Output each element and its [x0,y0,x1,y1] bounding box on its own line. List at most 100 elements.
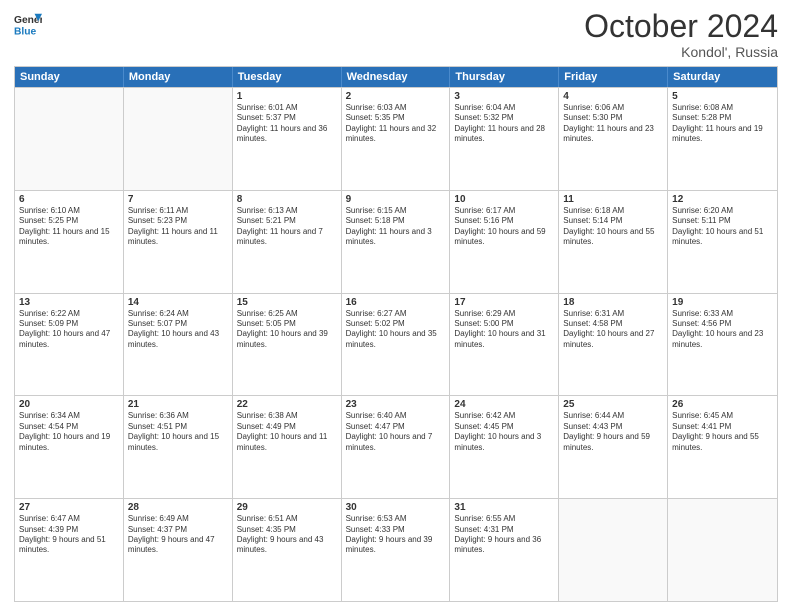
day-info: Sunrise: 6:36 AM Sunset: 4:51 PM Dayligh… [128,411,228,453]
day-info: Sunrise: 6:11 AM Sunset: 5:23 PM Dayligh… [128,206,228,248]
day-info: Sunrise: 6:18 AM Sunset: 5:14 PM Dayligh… [563,206,663,248]
title-block: October 2024 Kondol', Russia [584,10,778,60]
day-number: 1 [237,91,337,102]
calendar-cell: 8Sunrise: 6:13 AM Sunset: 5:21 PM Daylig… [233,191,342,293]
day-number: 4 [563,91,663,102]
day-info: Sunrise: 6:45 AM Sunset: 4:41 PM Dayligh… [672,411,773,453]
day-info: Sunrise: 6:33 AM Sunset: 4:56 PM Dayligh… [672,309,773,351]
calendar-body: 1Sunrise: 6:01 AM Sunset: 5:37 PM Daylig… [15,87,777,601]
day-info: Sunrise: 6:08 AM Sunset: 5:28 PM Dayligh… [672,103,773,145]
day-number: 26 [672,399,773,410]
day-info: Sunrise: 6:40 AM Sunset: 4:47 PM Dayligh… [346,411,446,453]
day-number: 12 [672,194,773,205]
day-info: Sunrise: 6:25 AM Sunset: 5:05 PM Dayligh… [237,309,337,351]
day-info: Sunrise: 6:03 AM Sunset: 5:35 PM Dayligh… [346,103,446,145]
day-number: 5 [672,91,773,102]
day-info: Sunrise: 6:27 AM Sunset: 5:02 PM Dayligh… [346,309,446,351]
calendar-cell: 29Sunrise: 6:51 AM Sunset: 4:35 PM Dayli… [233,499,342,601]
day-number: 24 [454,399,554,410]
logo-icon: General Blue [14,10,42,38]
day-number: 22 [237,399,337,410]
day-info: Sunrise: 6:31 AM Sunset: 4:58 PM Dayligh… [563,309,663,351]
calendar-cell: 6Sunrise: 6:10 AM Sunset: 5:25 PM Daylig… [15,191,124,293]
day-info: Sunrise: 6:34 AM Sunset: 4:54 PM Dayligh… [19,411,119,453]
day-number: 27 [19,502,119,513]
calendar-cell: 16Sunrise: 6:27 AM Sunset: 5:02 PM Dayli… [342,294,451,396]
calendar-cell: 22Sunrise: 6:38 AM Sunset: 4:49 PM Dayli… [233,396,342,498]
day-number: 7 [128,194,228,205]
day-info: Sunrise: 6:10 AM Sunset: 5:25 PM Dayligh… [19,206,119,248]
weekday-header: Saturday [668,67,777,87]
day-number: 31 [454,502,554,513]
calendar-cell: 11Sunrise: 6:18 AM Sunset: 5:14 PM Dayli… [559,191,668,293]
day-number: 23 [346,399,446,410]
calendar-cell [559,499,668,601]
calendar-cell: 23Sunrise: 6:40 AM Sunset: 4:47 PM Dayli… [342,396,451,498]
calendar: SundayMondayTuesdayWednesdayThursdayFrid… [14,66,778,602]
day-info: Sunrise: 6:29 AM Sunset: 5:00 PM Dayligh… [454,309,554,351]
calendar-cell: 3Sunrise: 6:04 AM Sunset: 5:32 PM Daylig… [450,88,559,190]
day-info: Sunrise: 6:24 AM Sunset: 5:07 PM Dayligh… [128,309,228,351]
calendar-cell: 25Sunrise: 6:44 AM Sunset: 4:43 PM Dayli… [559,396,668,498]
day-info: Sunrise: 6:15 AM Sunset: 5:18 PM Dayligh… [346,206,446,248]
calendar-cell: 14Sunrise: 6:24 AM Sunset: 5:07 PM Dayli… [124,294,233,396]
calendar-cell: 12Sunrise: 6:20 AM Sunset: 5:11 PM Dayli… [668,191,777,293]
calendar-row: 20Sunrise: 6:34 AM Sunset: 4:54 PM Dayli… [15,395,777,498]
day-number: 9 [346,194,446,205]
day-number: 21 [128,399,228,410]
calendar-cell: 27Sunrise: 6:47 AM Sunset: 4:39 PM Dayli… [15,499,124,601]
calendar-cell: 13Sunrise: 6:22 AM Sunset: 5:09 PM Dayli… [15,294,124,396]
day-number: 15 [237,297,337,308]
calendar-cell: 18Sunrise: 6:31 AM Sunset: 4:58 PM Dayli… [559,294,668,396]
calendar-cell: 20Sunrise: 6:34 AM Sunset: 4:54 PM Dayli… [15,396,124,498]
day-info: Sunrise: 6:04 AM Sunset: 5:32 PM Dayligh… [454,103,554,145]
calendar-cell [124,88,233,190]
day-number: 16 [346,297,446,308]
calendar-cell: 2Sunrise: 6:03 AM Sunset: 5:35 PM Daylig… [342,88,451,190]
day-number: 3 [454,91,554,102]
day-number: 29 [237,502,337,513]
day-number: 13 [19,297,119,308]
day-number: 28 [128,502,228,513]
day-number: 18 [563,297,663,308]
calendar-cell: 15Sunrise: 6:25 AM Sunset: 5:05 PM Dayli… [233,294,342,396]
logo: General Blue [14,10,42,38]
calendar-cell: 17Sunrise: 6:29 AM Sunset: 5:00 PM Dayli… [450,294,559,396]
day-number: 25 [563,399,663,410]
day-number: 30 [346,502,446,513]
calendar-cell: 4Sunrise: 6:06 AM Sunset: 5:30 PM Daylig… [559,88,668,190]
calendar-row: 27Sunrise: 6:47 AM Sunset: 4:39 PM Dayli… [15,498,777,601]
calendar-header: SundayMondayTuesdayWednesdayThursdayFrid… [15,67,777,87]
day-number: 20 [19,399,119,410]
day-number: 11 [563,194,663,205]
calendar-cell [15,88,124,190]
calendar-cell: 7Sunrise: 6:11 AM Sunset: 5:23 PM Daylig… [124,191,233,293]
calendar-cell: 5Sunrise: 6:08 AM Sunset: 5:28 PM Daylig… [668,88,777,190]
calendar-cell: 10Sunrise: 6:17 AM Sunset: 5:16 PM Dayli… [450,191,559,293]
calendar-cell: 26Sunrise: 6:45 AM Sunset: 4:41 PM Dayli… [668,396,777,498]
calendar-cell: 31Sunrise: 6:55 AM Sunset: 4:31 PM Dayli… [450,499,559,601]
weekday-header: Friday [559,67,668,87]
day-info: Sunrise: 6:44 AM Sunset: 4:43 PM Dayligh… [563,411,663,453]
day-info: Sunrise: 6:38 AM Sunset: 4:49 PM Dayligh… [237,411,337,453]
calendar-cell: 24Sunrise: 6:42 AM Sunset: 4:45 PM Dayli… [450,396,559,498]
calendar-cell: 9Sunrise: 6:15 AM Sunset: 5:18 PM Daylig… [342,191,451,293]
weekday-header: Thursday [450,67,559,87]
day-info: Sunrise: 6:55 AM Sunset: 4:31 PM Dayligh… [454,514,554,556]
day-info: Sunrise: 6:47 AM Sunset: 4:39 PM Dayligh… [19,514,119,556]
calendar-cell [668,499,777,601]
day-info: Sunrise: 6:51 AM Sunset: 4:35 PM Dayligh… [237,514,337,556]
calendar-row: 1Sunrise: 6:01 AM Sunset: 5:37 PM Daylig… [15,87,777,190]
weekday-header: Sunday [15,67,124,87]
day-info: Sunrise: 6:53 AM Sunset: 4:33 PM Dayligh… [346,514,446,556]
day-info: Sunrise: 6:20 AM Sunset: 5:11 PM Dayligh… [672,206,773,248]
day-number: 8 [237,194,337,205]
day-info: Sunrise: 6:49 AM Sunset: 4:37 PM Dayligh… [128,514,228,556]
day-number: 19 [672,297,773,308]
calendar-cell: 1Sunrise: 6:01 AM Sunset: 5:37 PM Daylig… [233,88,342,190]
day-info: Sunrise: 6:22 AM Sunset: 5:09 PM Dayligh… [19,309,119,351]
calendar-cell: 28Sunrise: 6:49 AM Sunset: 4:37 PM Dayli… [124,499,233,601]
weekday-header: Wednesday [342,67,451,87]
weekday-header: Monday [124,67,233,87]
day-number: 10 [454,194,554,205]
